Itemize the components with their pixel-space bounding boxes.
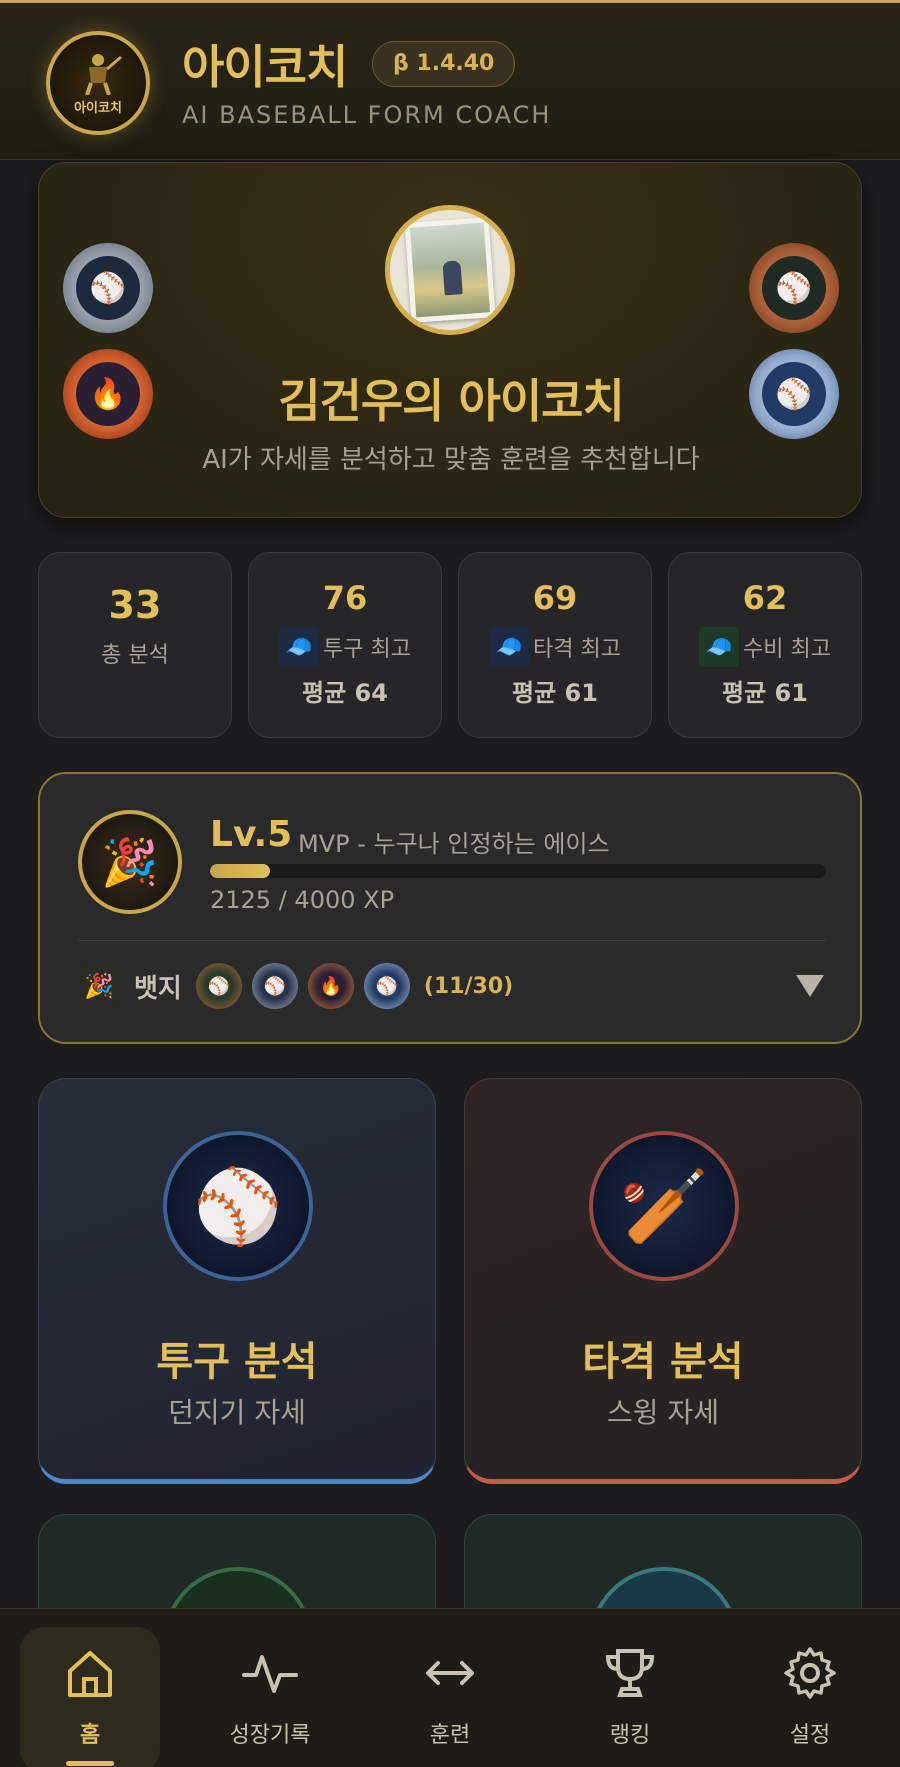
bottom-nav: 홈 성장기록 훈련 랭킹 설정 — [0, 1608, 900, 1767]
badge-bronze-icon[interactable]: ⚾ — [195, 963, 242, 1009]
app-logo[interactable]: 아이코치 — [46, 31, 150, 135]
card-subtitle: 스윙 자세 — [607, 1396, 719, 1429]
batter-character-icon: 🏏 — [589, 1131, 739, 1281]
xp-progress-bar — [210, 864, 826, 878]
badge-fire-icon[interactable]: 🔥 — [307, 963, 354, 1009]
app-title: 아이코치 — [182, 40, 348, 94]
level-card[interactable]: 🎉 Lv.5 MVP - 누구나 인정하는 에이스 2125 / 4000 XP… — [38, 772, 862, 1044]
xp-text: 2125 / 4000 XP — [210, 886, 395, 914]
stat-label: 투구 최고 — [323, 637, 411, 662]
stat-label: 타격 최고 — [533, 637, 621, 662]
card-title: 투구 분석 — [156, 1339, 318, 1385]
divider — [78, 940, 826, 941]
hero-description: AI가 자세를 분석하고 맞춤 훈련을 추천합니다 — [202, 445, 700, 475]
level-avatar-icon: 🎉 — [78, 810, 182, 914]
nav-label: 훈련 — [429, 1723, 471, 1748]
profile-photo[interactable] — [385, 205, 515, 335]
stat-value: 33 — [108, 583, 162, 627]
nav-active-indicator — [66, 1761, 114, 1766]
expand-chevron-icon[interactable] — [796, 975, 824, 997]
stat-batting-best[interactable]: 69 🧢 타격 최고 평균 61 — [458, 552, 652, 738]
nav-label: 홈 — [79, 1723, 101, 1748]
card-subtitle: 던지기 자세 — [168, 1396, 306, 1429]
xp-progress-fill — [210, 864, 271, 878]
fielder-thumb-icon: 🧢 — [699, 627, 740, 667]
pitching-analysis-card[interactable]: ⚾ 투구 분석 던지기 자세 — [38, 1078, 436, 1484]
badge-row[interactable]: 🎉 뱃지 ⚾ ⚾ 🔥 ⚾ (11/30) — [78, 963, 826, 1009]
arrows-icon — [426, 1661, 474, 1685]
bronze-badge-icon[interactable]: ⚾ — [749, 243, 839, 333]
silver-badge-icon[interactable]: ⚾ — [63, 243, 153, 333]
trophy-icon — [605, 1649, 655, 1697]
nav-label: 설정 — [789, 1723, 831, 1748]
pitcher-character-icon: ⚾ — [163, 1131, 313, 1281]
stat-total-analysis[interactable]: 33 총 분석 — [38, 552, 232, 738]
nav-growth[interactable]: 성장기록 — [180, 1609, 360, 1767]
logo-text: 아이코치 — [74, 100, 122, 116]
nav-training[interactable]: 훈련 — [360, 1609, 540, 1767]
version-badge: β 1.4.40 — [372, 41, 516, 87]
nav-label: 랭킹 — [609, 1723, 651, 1748]
stat-average: 평균 61 — [512, 679, 598, 707]
app-header: 아이코치 아이코치 β 1.4.40 AI BASEBALL FORM COAC… — [0, 0, 900, 160]
level-number: Lv.5 — [210, 814, 293, 855]
home-icon — [68, 1651, 112, 1697]
hero-card: ⚾ 🔥 ⚾ ⚾ 김건우의 아이코치 AI가 자세를 분석하고 맞춤 훈련을 추천… — [38, 162, 862, 518]
stat-fielding-best[interactable]: 62 🧢 수비 최고 평균 61 — [668, 552, 862, 738]
badge-blue-icon[interactable]: ⚾ — [363, 963, 410, 1009]
activity-icon — [242, 1655, 298, 1693]
level-title: MVP - 누구나 인정하는 에이스 — [298, 830, 610, 858]
badge-count: (11/30) — [423, 973, 514, 999]
hero-title: 김건우의 아이코치 — [278, 374, 625, 428]
card-title: 타격 분석 — [582, 1339, 744, 1385]
stat-pitching-best[interactable]: 76 🧢 투구 최고 평균 64 — [248, 552, 442, 738]
batting-analysis-card[interactable]: 🏏 타격 분석 스윙 자세 — [464, 1078, 862, 1484]
app-subtitle: AI BASEBALL FORM COACH — [182, 101, 552, 129]
badge-label: 뱃지 — [134, 973, 182, 1004]
nav-home[interactable]: 홈 — [0, 1609, 180, 1767]
nav-label: 성장기록 — [229, 1723, 311, 1748]
badge-silver-icon[interactable]: ⚾ — [251, 963, 298, 1009]
stat-label: 총 분석 — [101, 643, 169, 668]
stat-value: 76 — [322, 579, 368, 617]
stat-value: 69 — [532, 579, 578, 617]
badge-avatar-icon: 🎉 — [78, 965, 120, 1007]
stat-average: 평균 61 — [722, 679, 808, 707]
stat-average: 평균 64 — [302, 679, 388, 707]
gear-icon — [784, 1647, 836, 1699]
stat-label: 수비 최고 — [743, 637, 831, 662]
player-logo-icon — [85, 53, 122, 95]
nav-settings[interactable]: 설정 — [720, 1609, 900, 1767]
nav-ranking[interactable]: 랭킹 — [540, 1609, 720, 1767]
pitcher-thumb-icon: 🧢 — [279, 627, 320, 667]
stat-value: 62 — [742, 579, 788, 617]
batter-thumb-icon: 🧢 — [489, 627, 530, 667]
